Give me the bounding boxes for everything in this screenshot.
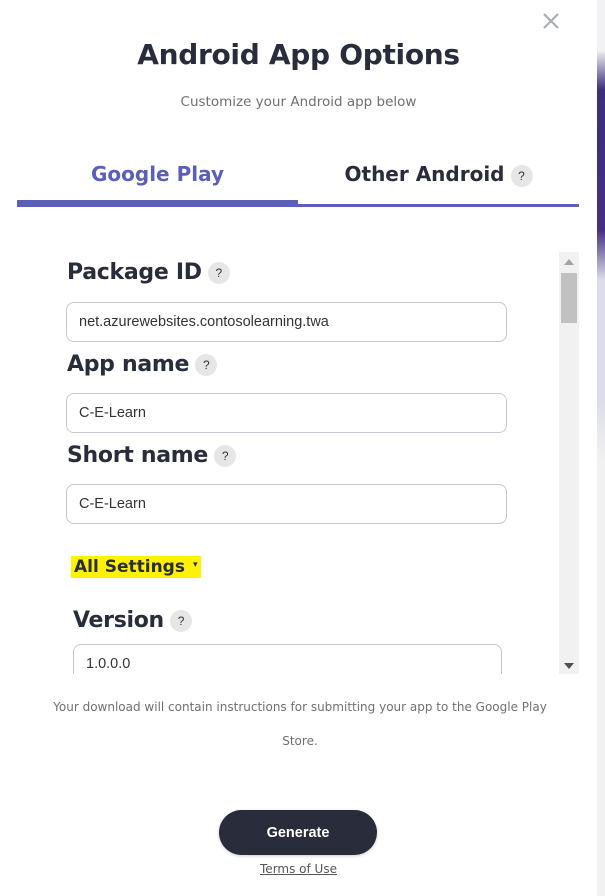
label-text: Package ID [67, 260, 202, 285]
arrow-up-icon [564, 259, 574, 265]
label-text: Version [73, 608, 164, 633]
all-settings-label: All Settings [74, 557, 185, 577]
help-icon[interactable]: ? [169, 610, 192, 632]
app-name-input[interactable]: C-E-Learn [66, 393, 507, 433]
all-settings-toggle[interactable]: All Settings ▾ [71, 556, 201, 578]
download-note: Your download will contain instructions … [53, 700, 547, 748]
generate-button[interactable]: Generate [219, 810, 377, 855]
tab-other-android[interactable]: Other Android? [298, 155, 579, 199]
app-name-label: App name? [67, 352, 218, 377]
active-tab-indicator [17, 200, 298, 207]
tab-label: Google Play [90, 162, 225, 186]
background-page-edge [597, 0, 605, 896]
close-icon [543, 13, 559, 29]
close-button[interactable] [538, 8, 564, 34]
label-text: Short name [67, 443, 208, 468]
caret-down-icon: ▾ [192, 560, 198, 570]
platform-tabs: Google Play Other Android? [17, 155, 579, 207]
version-label: Version? [73, 608, 192, 633]
help-icon[interactable]: ? [207, 262, 230, 284]
scrollbar-thumb[interactable] [561, 273, 577, 323]
package-id-label: Package ID? [67, 260, 230, 285]
terms-of-use-link[interactable]: Terms of Use [0, 862, 597, 876]
scrollbar[interactable] [559, 252, 579, 674]
version-input[interactable]: 1.0.0.0 [73, 644, 502, 674]
help-icon[interactable]: ? [510, 164, 533, 187]
package-id-input[interactable]: net.azurewebsites.contosolearning.twa [66, 302, 507, 342]
options-form: Package ID? net.azurewebsites.contosolea… [17, 252, 579, 674]
arrow-down-icon [564, 663, 574, 669]
tab-label: Other Android [344, 162, 505, 186]
tab-divider [298, 204, 579, 207]
scroll-down-button[interactable] [559, 656, 579, 674]
scroll-up-button[interactable] [559, 252, 579, 270]
help-icon[interactable]: ? [214, 445, 236, 467]
short-name-label: Short name? [67, 443, 236, 468]
label-text: App name [67, 352, 190, 377]
dialog-subtitle: Customize your Android app below [180, 94, 417, 110]
tab-google-play[interactable]: Google Play [17, 155, 298, 199]
short-name-input[interactable]: C-E-Learn [66, 484, 507, 524]
help-icon[interactable]: ? [195, 354, 218, 376]
dialog-title: Android App Options [137, 38, 460, 71]
